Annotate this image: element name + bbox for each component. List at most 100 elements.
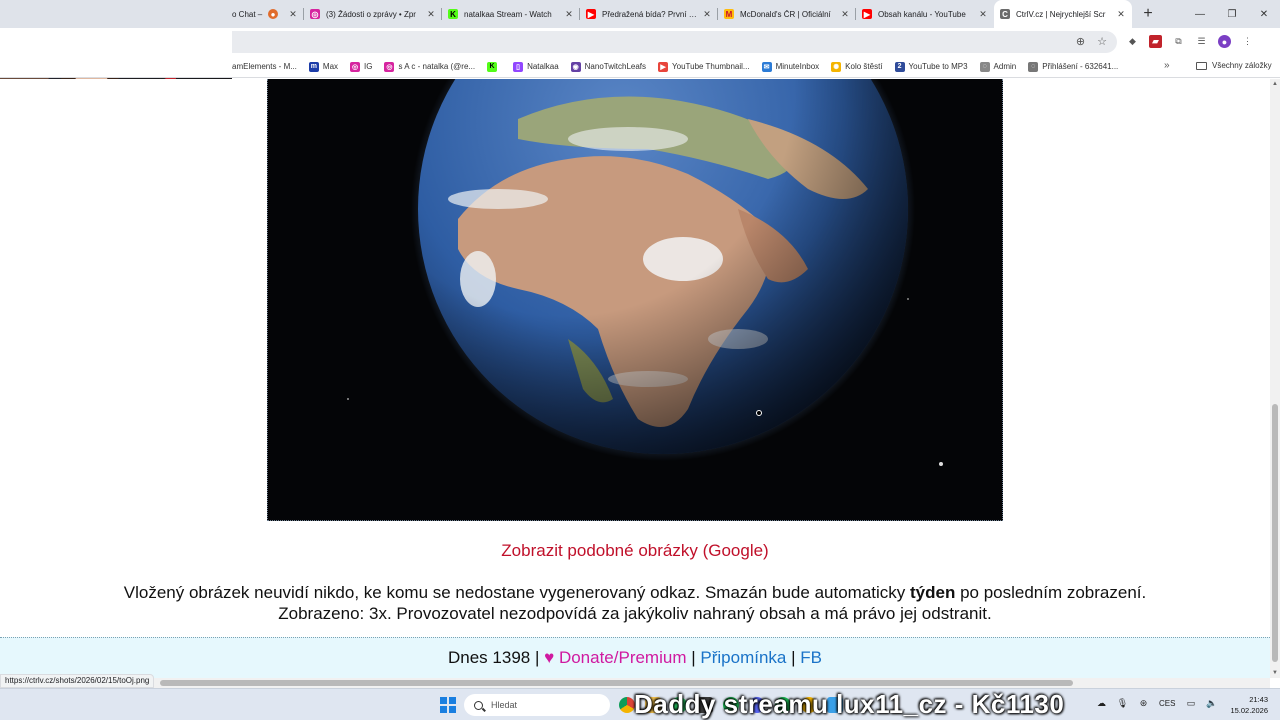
display-icon[interactable]: ▭ <box>1185 698 1196 709</box>
bookmark-label: YouTube Thumbnail... <box>672 62 750 71</box>
menu-icon[interactable]: ⋮ <box>1241 35 1254 48</box>
kick-icon: K <box>487 61 498 72</box>
youtube-thumbnail-icon: ▶ <box>658 61 669 72</box>
bookmark-item[interactable]: ◌ Admin <box>979 61 1017 72</box>
notice-text-part: Vložený obrázek neuvidí nikdo, ke komu s… <box>123 583 910 602</box>
avatar[interactable]: ● <box>1218 35 1231 48</box>
youtube-icon: ▶ <box>862 9 872 19</box>
bookmark-star-icon[interactable]: ☆ <box>1097 35 1107 48</box>
tab-youtube-video[interactable]: ▶ Předražená bída? První FF ✕ <box>580 0 718 28</box>
similar-images-link[interactable]: Zobrazit podobné obrázky (Google) <box>0 541 1270 561</box>
browser-toolbar: ⊕ ☆ ◆ ▰ ⧉ ☰ ● ⋮ <box>0 28 1280 56</box>
bookmark-item[interactable]: ◎ IG <box>350 61 372 72</box>
close-icon[interactable]: ✕ <box>426 9 436 20</box>
bookmark-label: MinuteInbox <box>775 62 820 71</box>
cloud-icon[interactable]: ☁ <box>1096 698 1107 709</box>
close-icon[interactable]: ✕ <box>840 9 850 20</box>
ctrlv-icon: C <box>1000 9 1010 19</box>
instagram-icon: ◎ <box>384 61 395 72</box>
tab-label: (3) Žádosti o zprávy • Zpr <box>326 9 416 19</box>
reminder-link[interactable]: Připomínka <box>700 648 786 667</box>
bookmark-item[interactable]: 2 YouTube to MP3 <box>894 61 968 72</box>
tab-youtube-channel[interactable]: ▶ Obsah kanálu - YouTube ✕ <box>856 0 994 28</box>
horizontal-scrollbar[interactable] <box>0 678 1270 688</box>
youtube-icon: ▶ <box>586 9 596 19</box>
nano-icon: ◉ <box>570 61 581 72</box>
footer-separator: | <box>691 648 696 667</box>
scrollbar-thumb[interactable] <box>1272 404 1278 662</box>
tab-label: natalkaa Stream - Watch <box>464 9 552 19</box>
chevron-right-icon[interactable]: » <box>1164 60 1170 71</box>
facebook-link[interactable]: FB <box>800 648 822 667</box>
tab-kick-stream[interactable]: K natalkaa Stream - Watch ✕ <box>442 0 580 28</box>
kick-icon: K <box>448 9 458 19</box>
minimize-icon[interactable]: — <box>1184 0 1216 28</box>
login-icon: ◌ <box>1028 61 1039 72</box>
extension-icon[interactable]: ▰ <box>1149 35 1162 48</box>
notice-duration: týden <box>910 583 956 602</box>
tab-mcdonalds[interactable]: M McDonald's ČR | Oficiální ✕ <box>718 0 856 28</box>
extensions-area: ◆ ▰ ⧉ ☰ ● ⋮ <box>1126 35 1254 48</box>
close-icon[interactable]: ✕ <box>702 9 712 20</box>
bookmark-label: Kolo štěstí <box>845 62 883 71</box>
media-icon[interactable]: ☰ <box>1195 35 1208 48</box>
tab-label: Předražená bída? První FF <box>602 9 698 19</box>
close-icon[interactable]: ✕ <box>288 9 298 20</box>
tab-instagram[interactable]: ◎ (3) Žádosti o zprávy • Zpr ✕ <box>304 0 442 28</box>
bookmark-item[interactable]: amElements - M... <box>232 62 297 71</box>
network-icon[interactable]: ⊛ <box>1138 698 1149 709</box>
instagram-icon: ◎ <box>350 61 361 72</box>
bookmarks-bar: amElements - M... m Max ◎ IG ◎ s A c - nata… <box>0 56 1280 78</box>
clock-date: 15.02.2026 <box>1230 706 1268 715</box>
bookmark-item[interactable]: ◉ NanoTwitchLeafs <box>570 61 646 72</box>
puzzle-icon[interactable]: ⧉ <box>1172 35 1185 48</box>
page-content: Zobrazit podobné obrázky (Google) Vložen… <box>0 79 1270 678</box>
chat-icon: ● <box>268 9 278 19</box>
search-placeholder: Hledat <box>491 700 518 710</box>
tab-label: o Chat – <box>232 9 263 19</box>
bookmark-item[interactable]: ✉ MinuteInbox <box>761 61 820 72</box>
scrollbar-thumb[interactable] <box>160 680 1073 686</box>
extension-icon[interactable]: ◆ <box>1126 35 1139 48</box>
twitch-icon: ▯ <box>513 61 524 72</box>
globe-icon: ◌ <box>979 61 990 72</box>
bookmark-item[interactable]: m Max <box>308 61 338 72</box>
close-icon[interactable]: ✕ <box>564 9 574 20</box>
all-bookmarks-button[interactable]: Všechny záložky <box>1196 61 1272 70</box>
address-bar[interactable]: ⊕ ☆ <box>232 31 1117 53</box>
tab-ctrlv[interactable]: C CtrlV.cz | Nejrychlejší Scr ✕ <box>994 0 1132 28</box>
zoom-icon[interactable]: ⊕ <box>1076 35 1085 48</box>
windows-start-icon[interactable] <box>440 697 456 713</box>
donate-link[interactable]: Donate/Premium <box>559 648 687 667</box>
language-indicator[interactable]: CES <box>1159 699 1175 708</box>
taskbar-search[interactable]: Hledat <box>464 694 610 716</box>
bookmark-item[interactable]: ▯ Natalkaa <box>513 61 559 72</box>
tab-label: CtrlV.cz | Nejrychlejší Scr <box>1016 9 1106 19</box>
earth-image <box>268 79 1002 520</box>
microphone-icon[interactable]: 🎙 <box>1117 698 1128 709</box>
vertical-scrollbar[interactable]: ▲ ▼ <box>1270 79 1280 678</box>
bookmark-label: Admin <box>993 62 1017 71</box>
bookmark-item[interactable]: K <box>487 61 501 72</box>
stream-overlay-text: Daddy streamu lux11_cz - Kč1130 <box>634 689 1065 719</box>
clock[interactable]: 21:43 15.02.2026 <box>1226 694 1268 716</box>
volume-icon[interactable]: 🔈 <box>1206 698 1217 709</box>
window-controls: — ❐ ✕ <box>1184 0 1280 28</box>
new-tab-button[interactable]: + <box>1136 2 1160 26</box>
uploaded-image[interactable] <box>267 79 1003 521</box>
tab-strip: o Chat – ● ✕ ◎ (3) Žádosti o zprávy • Zp… <box>0 0 1280 28</box>
bookmark-item[interactable]: ◎ s A c - natalka (@re... <box>384 61 475 72</box>
search-icon <box>474 700 483 710</box>
bookmark-item[interactable]: ◌ Přihlášení - 632641... <box>1028 61 1118 72</box>
bookmark-item[interactable]: ✺ Kolo štěstí <box>831 61 883 72</box>
tab-chat[interactable]: o Chat – ● ✕ <box>0 0 304 28</box>
bookmark-item[interactable]: ▶ YouTube Thumbnail... <box>658 61 750 72</box>
close-window-icon[interactable]: ✕ <box>1248 0 1280 28</box>
restore-icon[interactable]: ❐ <box>1216 0 1248 28</box>
close-icon[interactable]: ✕ <box>978 9 988 20</box>
scroll-down-icon[interactable]: ▼ <box>1272 670 1278 676</box>
close-icon[interactable]: ✕ <box>1116 9 1126 20</box>
chrome-icon[interactable] <box>619 697 635 713</box>
scroll-up-icon[interactable]: ▲ <box>1272 81 1278 87</box>
instagram-icon: ◎ <box>310 9 320 19</box>
